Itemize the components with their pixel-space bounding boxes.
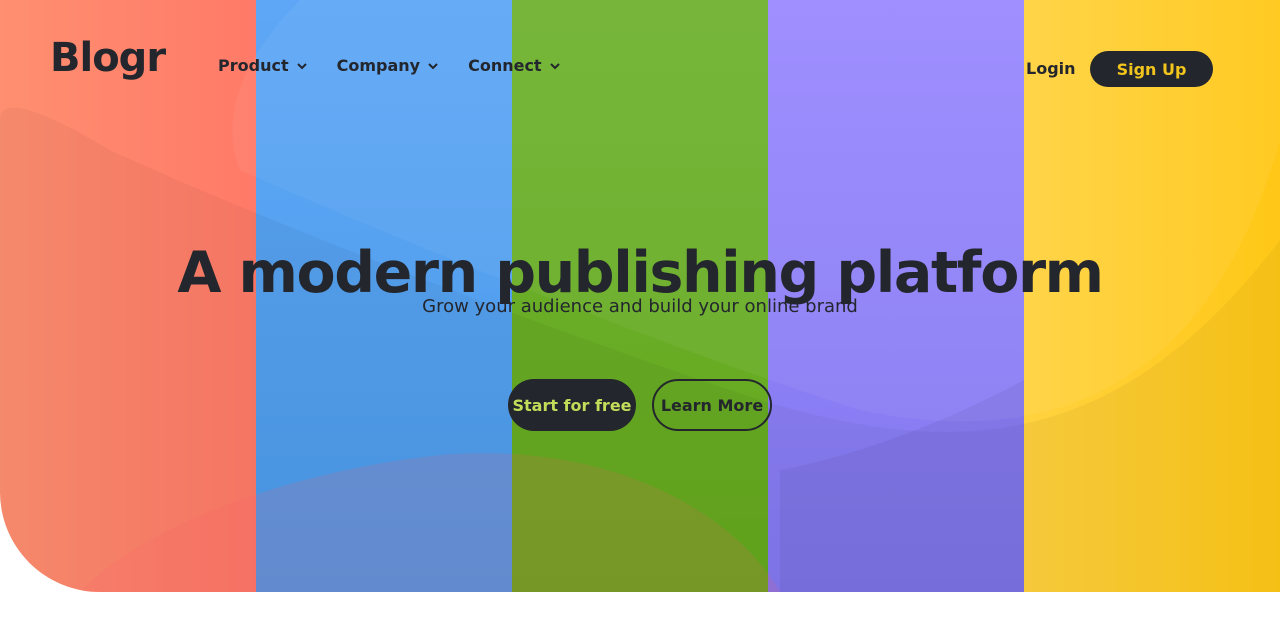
nav-product[interactable]: Product — [218, 56, 307, 75]
learn-more-button[interactable]: Learn More — [652, 379, 772, 431]
chevron-down-icon — [296, 62, 307, 69]
main-nav: Product Company Connect — [218, 56, 560, 75]
start-free-button[interactable]: Start for free — [508, 379, 636, 431]
login-link[interactable]: Login — [1026, 59, 1076, 78]
nav-company-label: Company — [336, 56, 421, 75]
logo[interactable]: Blogr — [50, 38, 166, 78]
nav-connect-label: Connect — [468, 56, 542, 75]
nav-product-label: Product — [218, 56, 289, 75]
site-header: Blogr Product Company Connect Login Sign… — [0, 0, 1280, 120]
nav-connect[interactable]: Connect — [468, 56, 560, 75]
cta-buttons: Start for free Learn More — [508, 379, 772, 431]
chevron-down-icon — [428, 62, 438, 69]
hero-subtitle: Grow your audience and build your online… — [422, 296, 858, 317]
signup-button[interactable]: Sign Up — [1090, 51, 1213, 87]
nav-company[interactable]: Company — [337, 56, 438, 75]
chevron-down-icon — [549, 62, 560, 69]
